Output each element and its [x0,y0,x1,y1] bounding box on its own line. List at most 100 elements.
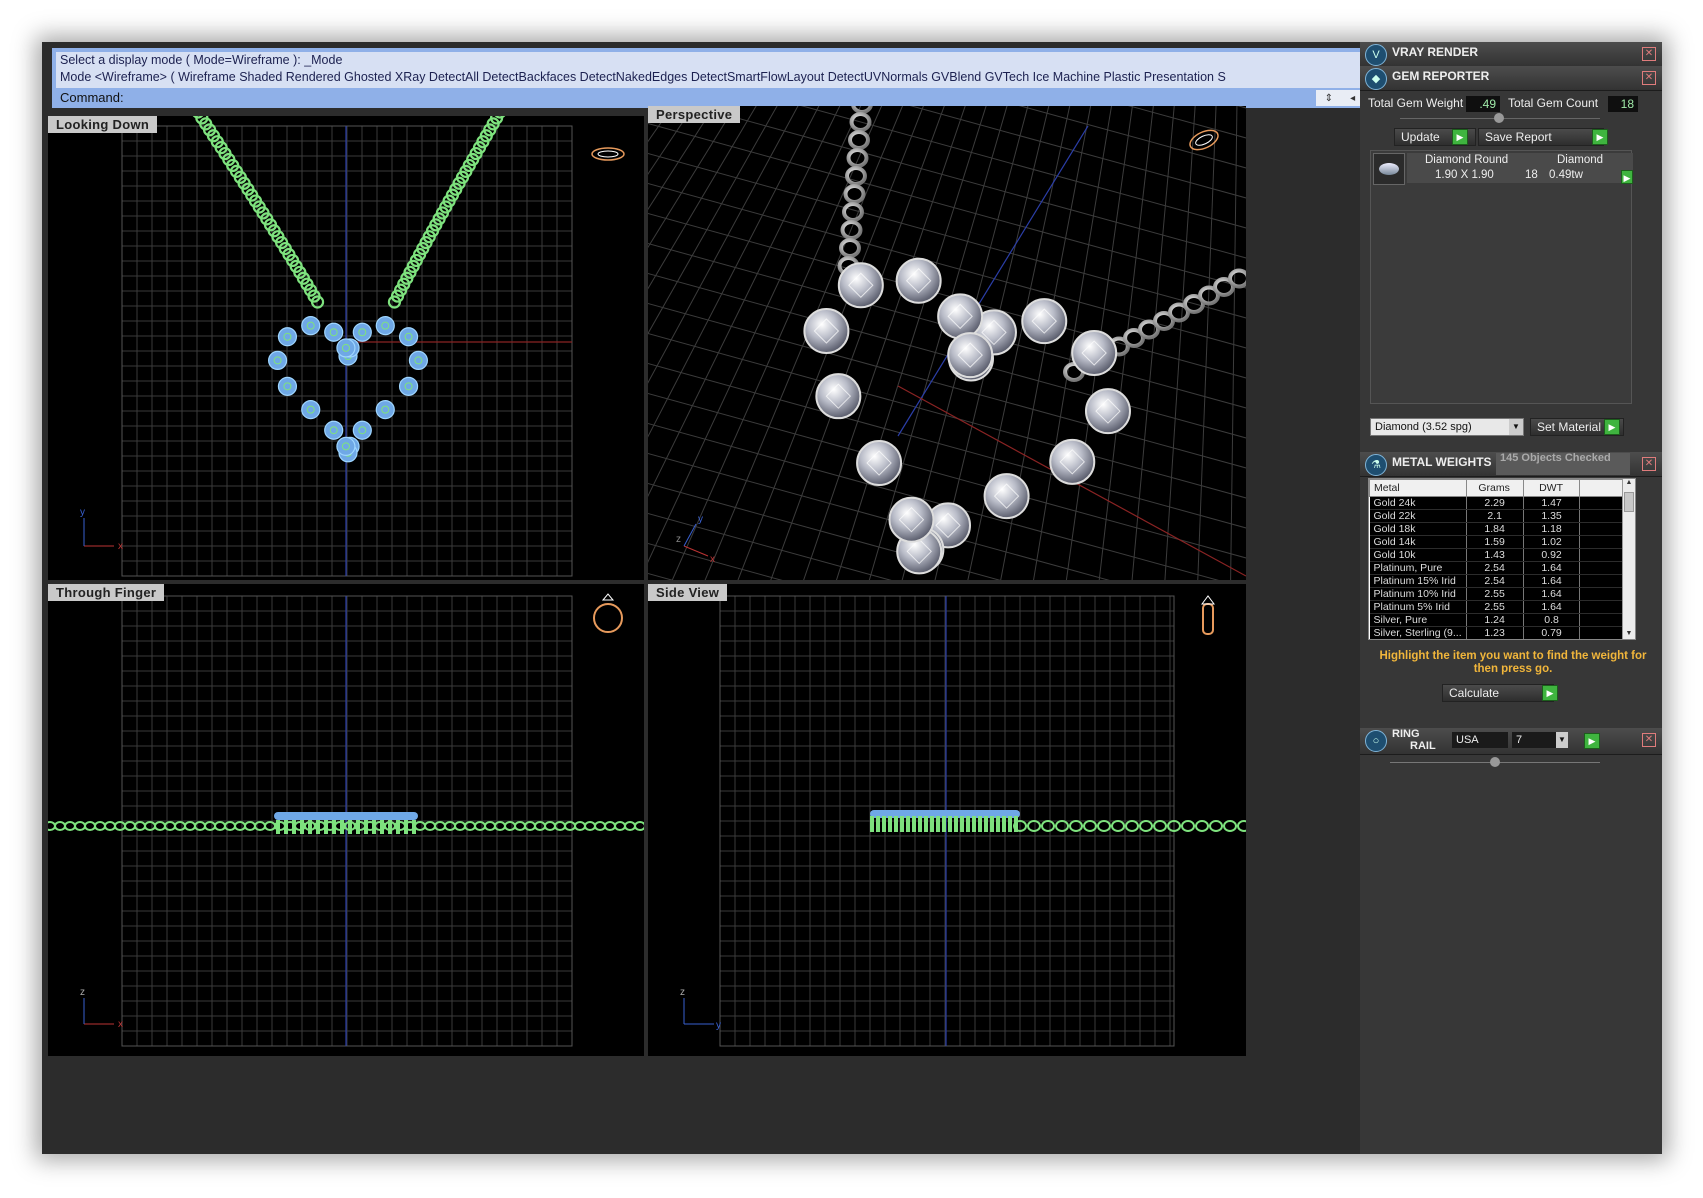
diamond [1084,388,1131,435]
axis-label: x [118,1019,123,1030]
chain-link [1027,820,1041,832]
go-icon[interactable]: ▶ [1452,129,1468,145]
gem-prong [332,820,336,834]
command-input[interactable] [136,91,1330,107]
table-row[interactable]: Gold 14k 1.59 1.02 [1369,535,1625,549]
gem-setting [277,376,298,396]
chain-link [1228,268,1246,289]
ring-side-view-icon[interactable] [1201,595,1215,635]
scroll-down-icon[interactable]: ▼ [1623,630,1635,637]
scroll-up-icon[interactable]: ▲ [1623,479,1635,486]
table-row[interactable]: Silver, Sterling (9... 1.23 0.79 [1369,626,1625,639]
table-row[interactable]: Platinum 10% Irid 2.55 1.64 [1369,587,1625,601]
scroll-thumb[interactable] [1624,492,1634,512]
viewport-through-finger[interactable]: Through Finger x z [48,584,644,1056]
gem-prong [396,820,400,834]
viewport-perspective[interactable]: Perspective y z x [648,106,1246,580]
column-header[interactable]: DWT [1522,479,1581,497]
metal-table-scrollbar[interactable]: ▲ ▼ [1622,479,1635,639]
chevron-down-icon[interactable]: ▼ [1509,419,1523,435]
table-row[interactable]: Platinum 15% Irid 2.54 1.64 [1369,574,1625,588]
table-row[interactable]: Platinum 5% Irid 2.55 1.64 [1369,600,1625,614]
close-icon[interactable]: ✕ [1642,71,1656,85]
viewport-side-view[interactable]: Side View y z [648,584,1246,1056]
go-icon[interactable]: ▶ [1621,170,1633,184]
table-row[interactable]: Gold 22k 2.1 1.35 [1369,509,1625,523]
chain-link [840,220,863,240]
gem-prong [966,816,970,832]
vray-icon: V [1365,44,1387,66]
gem-prong [984,816,988,832]
ring-size-select[interactable]: 7 ▼ [1512,732,1568,748]
grid-line [648,212,1246,379]
table-row[interactable]: Gold 18k 1.84 1.18 [1369,522,1625,536]
axis-label: y [80,507,85,518]
slider-handle[interactable] [1490,757,1500,767]
table-row[interactable]: Gold 24k 2.29 1.47 [1369,496,1625,510]
perspective-canvas: y z x [648,106,1246,580]
objects-checked: 145 Objects Checked [1496,453,1630,475]
column-header[interactable]: Metal [1369,479,1467,497]
diamond [1049,438,1096,485]
chain-link [174,821,186,831]
chain-link [504,821,516,831]
close-icon[interactable]: ✕ [1642,47,1656,61]
gem-prong [978,816,982,832]
through-finger-canvas: x z [48,593,644,1047]
viewport-title[interactable]: Through Finger [48,584,165,601]
gem-count: 18 [1525,169,1538,181]
metal-weights-table: Metal Grams DWT Gold 24k 2.29 1.47 Gold 22k… [1368,478,1636,640]
axis-label: x [710,554,715,565]
grams-cell: 1.23 [1466,626,1524,639]
table-row[interactable]: Silver, Pure 1.24 0.8 [1369,613,1625,627]
chain-link [614,821,626,831]
close-icon[interactable]: ✕ [1642,733,1656,747]
metal-name-cell: Gold 24k [1369,496,1467,510]
gem-prong [1008,816,1012,832]
gem-prong [308,820,312,834]
go-icon[interactable]: ▶ [1604,419,1620,435]
looking-down-canvas: x y [80,116,625,577]
command-area: Select a display mode ( Mode=Wireframe )… [52,48,1392,108]
grid-line [691,106,1246,259]
app-window: Select a display mode ( Mode=Wireframe )… [42,42,1662,1154]
save-report-button[interactable]: Save Report [1478,128,1604,146]
gem-setting [336,436,356,456]
spinner-icon[interactable]: ⇕ [1325,93,1333,104]
slider-handle[interactable] [1494,113,1504,123]
gem-thumbnail [1373,153,1405,185]
ring-view-icon[interactable] [593,593,623,633]
viewport-looking-down[interactable]: Looking Down x y [48,116,644,580]
dwt-cell: 1.64 [1523,561,1581,575]
go-icon[interactable]: ▶ [1542,685,1558,701]
gem-setting [336,338,356,358]
arrow-left-icon[interactable]: ◂ [1350,93,1355,104]
close-icon[interactable]: ✕ [1642,457,1656,471]
gem-prong [356,820,360,834]
chain-link [624,821,636,831]
grams-cell: 1.84 [1466,522,1524,536]
viewport-title[interactable]: Side View [648,584,728,601]
necklace-view-icon[interactable] [591,147,625,161]
empty-cell [1579,535,1625,549]
viewport-title[interactable]: Perspective [648,106,741,123]
chevron-down-icon[interactable]: ▼ [1556,732,1568,748]
viewport-title[interactable]: Looking Down [48,116,158,133]
gem-prong [918,816,922,832]
metal-weights-header[interactable]: ⚗ METAL WEIGHTS 145 Objects Checked ✕ [1360,452,1662,477]
material-select[interactable]: Diamond (3.52 spg) ▼ [1370,418,1524,436]
calculate-button[interactable]: Calculate [1442,684,1554,702]
ring-rail-header[interactable]: ○ RING RAIL USA 7 ▼ ▶ ✕ [1360,728,1662,755]
gem-reporter-header[interactable]: ◆ GEM REPORTER ✕ [1360,66,1662,91]
gem-row[interactable]: Diamond Round Diamond 1.90 X 1.90 18 0.4… [1407,153,1633,183]
column-header[interactable]: Grams [1465,479,1524,497]
table-row[interactable]: Gold 10k 1.43 0.92 [1369,548,1625,562]
gem-prong [372,820,376,834]
vray-render-header[interactable]: V VRAY RENDER ✕ [1360,42,1662,67]
chain-link [1209,820,1223,832]
go-icon[interactable]: ▶ [1592,129,1608,145]
go-icon[interactable]: ▶ [1584,733,1600,749]
ring-region-field[interactable]: USA [1452,732,1508,748]
chain-link [1111,820,1125,832]
table-row[interactable]: Platinum, Pure 2.54 1.64 [1369,561,1625,575]
